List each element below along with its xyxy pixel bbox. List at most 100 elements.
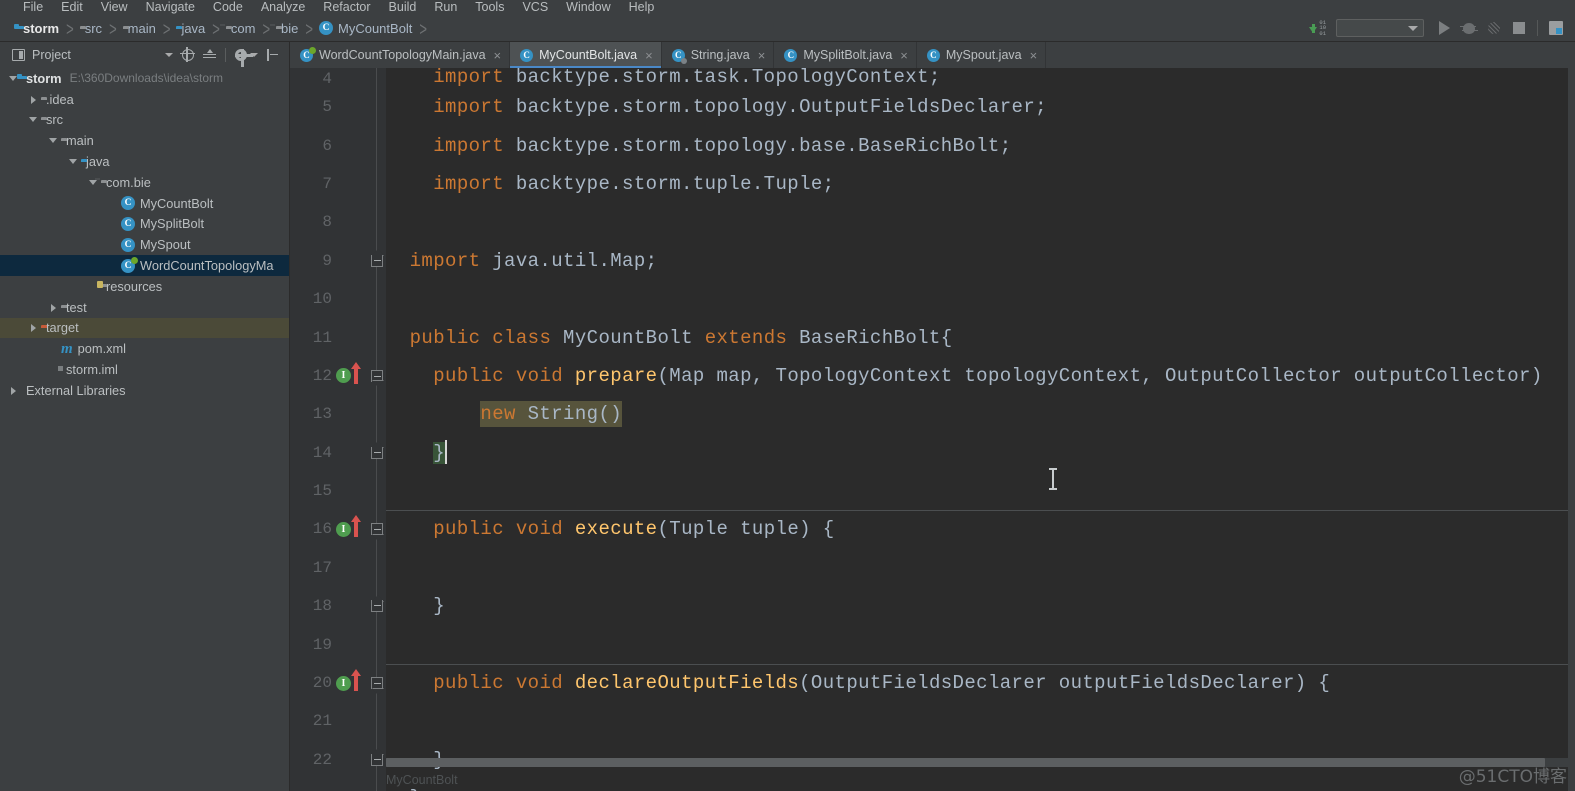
view-mode-dropdown[interactable]: [165, 52, 173, 57]
code-line-6[interactable]: 6 import backtype.storm.topology.base.Ba…: [290, 126, 1575, 164]
code-line-21[interactable]: 21: [290, 702, 1575, 740]
tree-item-target[interactable]: target: [0, 317, 289, 339]
editor-bottom-breadcrumb[interactable]: MyCountBolt: [386, 769, 458, 791]
tree-item-external-libraries[interactable]: External Libraries: [0, 380, 289, 401]
code-line-23[interactable]: 23 }: [290, 779, 1575, 791]
code-line-14[interactable]: 14 }: [290, 434, 1575, 472]
close-icon[interactable]: ×: [645, 48, 653, 63]
code-line-10[interactable]: 10: [290, 280, 1575, 318]
code-editor[interactable]: 4 import backtype.storm.task.TopologyCon…: [290, 68, 1575, 791]
breadcrumb-item-storm[interactable]: storm: [18, 21, 59, 36]
editor-tab-wordcounttopologymain-java[interactable]: C WordCountTopologyMain.java ×: [290, 42, 511, 68]
close-icon[interactable]: ×: [900, 48, 908, 63]
run-button[interactable]: [1433, 18, 1455, 38]
breadcrumb-item-mycountbolt[interactable]: C MyCountBolt: [319, 21, 412, 36]
debug-button[interactable]: [1458, 18, 1480, 38]
tree-item--idea[interactable]: .idea: [0, 89, 289, 110]
fold-end-icon[interactable]: [369, 445, 384, 460]
close-icon[interactable]: ×: [758, 48, 766, 63]
tree-item-test[interactable]: test: [0, 297, 289, 318]
fold-end-icon[interactable]: [369, 253, 384, 268]
override-arrow-icon[interactable]: [350, 669, 361, 692]
override-arrow-icon[interactable]: [350, 361, 361, 384]
menu-item-build[interactable]: Build: [380, 0, 426, 15]
coverage-button[interactable]: [1483, 18, 1505, 38]
chevron-closed-icon[interactable]: [28, 322, 39, 333]
close-icon[interactable]: ×: [494, 48, 502, 63]
settings-gear-icon[interactable]: [235, 48, 253, 67]
breadcrumb-item-bie[interactable]: bie: [276, 21, 298, 36]
implements-method-marker-icon[interactable]: I: [336, 675, 351, 691]
run-configuration-selector[interactable]: [1336, 19, 1424, 37]
code-line-11[interactable]: 11 public class MyCountBolt extends Base…: [290, 318, 1575, 356]
code-line-4[interactable]: 4 import backtype.storm.task.TopologyCon…: [290, 68, 1575, 88]
update-project-icon[interactable]: 01 10 01: [1309, 20, 1326, 37]
chevron-open-icon[interactable]: [68, 156, 79, 167]
menu-item-vcs[interactable]: VCS: [513, 0, 557, 15]
tree-item-main[interactable]: main: [0, 130, 289, 151]
breadcrumb-item-java[interactable]: java: [176, 21, 205, 36]
menu-item-analyze[interactable]: Analyze: [252, 0, 314, 15]
code-line-18[interactable]: 18 }: [290, 587, 1575, 625]
menu-item-help[interactable]: Help: [620, 0, 664, 15]
code-line-12[interactable]: 12 I public void prepare(Map map, Topolog…: [290, 357, 1575, 395]
close-icon[interactable]: ×: [1030, 48, 1038, 63]
tree-item-pom-xml[interactable]: m pom.xml: [0, 338, 289, 359]
menu-item-edit[interactable]: Edit: [52, 0, 92, 15]
stop-button[interactable]: [1508, 18, 1530, 38]
chevron-closed-icon[interactable]: [28, 94, 39, 105]
tree-item-src[interactable]: src: [0, 110, 289, 131]
tree-item-mysplitbolt[interactable]: C MySplitBolt: [0, 214, 289, 235]
menu-item-file[interactable]: File: [14, 0, 52, 15]
tree-item-myspout[interactable]: C MySpout: [0, 234, 289, 255]
menu-item-navigate[interactable]: Navigate: [137, 0, 204, 15]
editor-tab-mysplitbolt-java[interactable]: C MySplitBolt.java ×: [774, 42, 917, 68]
tree-item-mycountbolt[interactable]: C MyCountBolt: [0, 193, 289, 214]
tree-item-storm-iml[interactable]: storm.iml: [0, 359, 289, 380]
code-line-7[interactable]: 7 import backtype.storm.tuple.Tuple;: [290, 165, 1575, 203]
editor-tab-string-java[interactable]: C String.java ×: [662, 42, 775, 68]
menu-item-code[interactable]: Code: [204, 0, 252, 15]
tree-item-java[interactable]: java: [0, 151, 289, 172]
implements-method-marker-icon[interactable]: I: [336, 368, 351, 384]
tree-item-wordcounttopologyma[interactable]: C WordCountTopologyMa: [0, 255, 289, 276]
tree-item-storm[interactable]: storm E:\360Downloads\idea\storm: [0, 68, 289, 89]
menu-item-refactor[interactable]: Refactor: [314, 0, 379, 15]
fold-start-icon[interactable]: [369, 676, 384, 691]
hide-panel-icon[interactable]: [267, 48, 279, 61]
breadcrumb-item-src[interactable]: src: [80, 21, 102, 36]
chevron-open-icon[interactable]: [48, 135, 59, 146]
code-line-17[interactable]: 17: [290, 549, 1575, 587]
tree-item-com-bie[interactable]: com.bie: [0, 172, 289, 193]
code-line-13[interactable]: 13 new String(): [290, 395, 1575, 433]
fold-start-icon[interactable]: [369, 368, 384, 383]
locate-icon[interactable]: [180, 46, 195, 62]
collapse-all-icon[interactable]: [203, 48, 216, 61]
chevron-closed-icon[interactable]: [48, 302, 59, 313]
code-line-16[interactable]: 16 I public void execute(Tuple tuple) {: [290, 510, 1575, 548]
code-line-19[interactable]: 19: [290, 625, 1575, 663]
horizontal-scrollbar[interactable]: [386, 758, 1569, 767]
fold-end-icon[interactable]: [369, 599, 384, 614]
menu-item-tools[interactable]: Tools: [466, 0, 513, 15]
fold-end-icon[interactable]: [369, 752, 384, 767]
project-structure-button[interactable]: [1545, 18, 1567, 38]
chevron-open-icon[interactable]: [28, 114, 39, 125]
code-line-9[interactable]: 9 import java.util.Map;: [290, 242, 1575, 280]
scrollbar-thumb[interactable]: [386, 758, 1546, 767]
implements-method-marker-icon[interactable]: I: [336, 521, 351, 537]
code-line-15[interactable]: 15: [290, 472, 1575, 510]
editor-tab-myspout-java[interactable]: C MySpout.java ×: [917, 42, 1047, 68]
menu-item-view[interactable]: View: [92, 0, 137, 15]
override-arrow-icon[interactable]: [350, 515, 361, 538]
code-line-20[interactable]: 20 I public void declareOutputFields(Outp…: [290, 663, 1575, 702]
editor-tab-mycountbolt-java[interactable]: C MyCountBolt.java ×: [510, 42, 662, 68]
menu-item-window[interactable]: Window: [557, 0, 619, 15]
code-line-8[interactable]: 8: [290, 203, 1575, 241]
breadcrumb-item-com[interactable]: com: [226, 21, 256, 36]
breadcrumb-item-main[interactable]: main: [123, 21, 156, 36]
fold-start-icon[interactable]: [369, 522, 384, 537]
code-line-5[interactable]: 5 import backtype.storm.topology.OutputF…: [290, 88, 1575, 126]
chevron-closed-icon[interactable]: [8, 385, 19, 396]
tree-item-resources[interactable]: resources: [0, 276, 289, 297]
